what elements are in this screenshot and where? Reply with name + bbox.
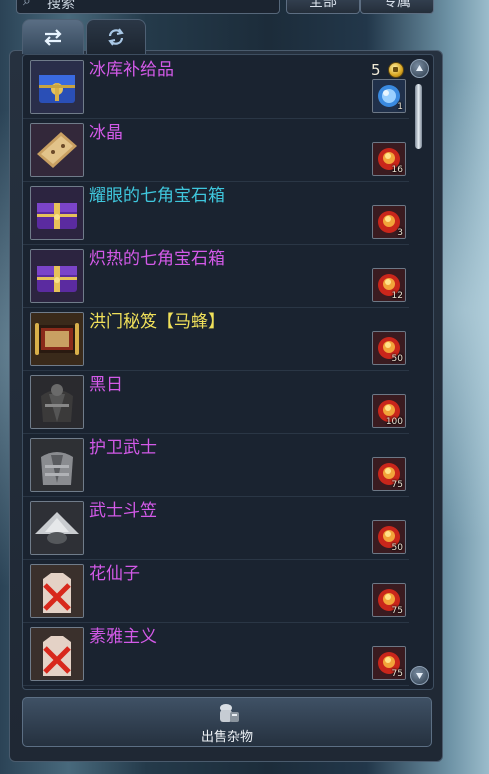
list-item[interactable]: 冰库补给品 5 1 xyxy=(23,55,409,119)
sell-bag-icon xyxy=(220,704,239,722)
fire-token-icon: 12 xyxy=(372,268,406,302)
scroll-down-button[interactable] xyxy=(410,666,429,685)
armor-icon xyxy=(30,438,84,492)
tab-exchange[interactable] xyxy=(22,19,84,54)
sell-junk-label: 出售杂物 xyxy=(200,730,253,745)
item-name: 素雅主义 xyxy=(89,627,157,647)
list-item[interactable]: 护卫武士 75 xyxy=(23,433,409,497)
cost-amount: 12 xyxy=(391,291,403,301)
filter-all-button[interactable]: 全部 xyxy=(286,0,360,14)
item-name: 洪门秘笈【马蜂】 xyxy=(89,312,225,332)
cost-amount: 75 xyxy=(391,480,403,490)
cost-amount: 1 xyxy=(397,102,403,112)
search-placeholder: 搜索 xyxy=(47,0,75,12)
list-item[interactable]: 耀眼的七角宝石箱 3 xyxy=(23,181,409,245)
cost-amount: 75 xyxy=(391,606,403,616)
ice-crystal-scroll-icon xyxy=(30,123,84,177)
purple-chest-icon xyxy=(30,249,84,303)
outfit-unavailable-icon xyxy=(30,564,84,618)
item-name: 耀眼的七角宝石箱 xyxy=(89,186,225,206)
list-item[interactable]: 素雅主义 75 xyxy=(23,622,409,686)
scrollbar[interactable] xyxy=(410,59,429,685)
item-name: 黑日 xyxy=(89,375,123,395)
item-name: 武士斗笠 xyxy=(89,501,157,521)
fire-token-icon: 75 xyxy=(372,646,406,680)
list-item[interactable]: 洪门秘笈【马蜂】 50 xyxy=(23,307,409,371)
search-input[interactable]: ⌕ 搜索 xyxy=(16,0,280,14)
chevron-up-icon xyxy=(416,65,423,71)
item-name: 冰库补给品 xyxy=(89,60,174,80)
item-name: 炽热的七角宝石箱 xyxy=(89,249,225,269)
sell-junk-button[interactable]: 出售杂物 xyxy=(22,697,432,747)
fire-token-icon: 50 xyxy=(372,331,406,365)
swap-arrows-icon xyxy=(44,29,62,46)
tab-buyback[interactable] xyxy=(86,19,146,54)
item-name: 花仙子 xyxy=(89,564,140,584)
blue-chest-icon xyxy=(30,60,84,114)
scroll-thumb[interactable] xyxy=(415,84,422,149)
dark-armor-icon xyxy=(30,375,84,429)
fire-token-icon: 50 xyxy=(372,520,406,554)
list-item[interactable]: 武士斗笠 50 xyxy=(23,496,409,560)
list-item[interactable]: 黑日 100 xyxy=(23,370,409,434)
item-list[interactable]: 冰库补给品 5 1 冰晶 16 耀眼的七角宝石箱 3 炽热的七角宝石箱 12 洪… xyxy=(22,54,434,690)
cost-amount: 16 xyxy=(391,165,403,175)
filter-special-button[interactable]: 专属 xyxy=(360,0,434,14)
fire-token-icon: 16 xyxy=(372,142,406,176)
cost-amount: 100 xyxy=(385,417,403,427)
scroll-up-button[interactable] xyxy=(410,59,429,78)
purple-chest-icon xyxy=(30,186,84,240)
list-item[interactable]: 冰晶 16 xyxy=(23,118,409,182)
item-name: 护卫武士 xyxy=(89,438,157,458)
scroll-icon xyxy=(30,312,84,366)
refresh-icon xyxy=(108,28,124,46)
gold-coin-icon xyxy=(388,62,404,78)
item-name: 冰晶 xyxy=(89,123,123,143)
chevron-down-icon xyxy=(416,673,423,679)
fire-token-icon: 3 xyxy=(372,205,406,239)
fire-token-icon: 75 xyxy=(372,457,406,491)
cost-amount: 75 xyxy=(391,669,403,679)
list-item[interactable]: 炽热的七角宝石箱 12 xyxy=(23,244,409,308)
list-item[interactable]: 花仙子 75 xyxy=(23,559,409,623)
cost-amount: 3 xyxy=(397,228,403,238)
blue-orb-token-icon: 1 xyxy=(372,79,406,113)
search-icon: ⌕ xyxy=(23,0,31,9)
cost-amount: 50 xyxy=(391,543,403,553)
outfit-unavailable-icon xyxy=(30,627,84,681)
fire-token-icon: 75 xyxy=(372,583,406,617)
fire-token-icon: 100 xyxy=(372,394,406,428)
gold-price: 5 xyxy=(371,61,381,79)
straw-hat-icon xyxy=(30,501,84,555)
cost-amount: 50 xyxy=(391,354,403,364)
